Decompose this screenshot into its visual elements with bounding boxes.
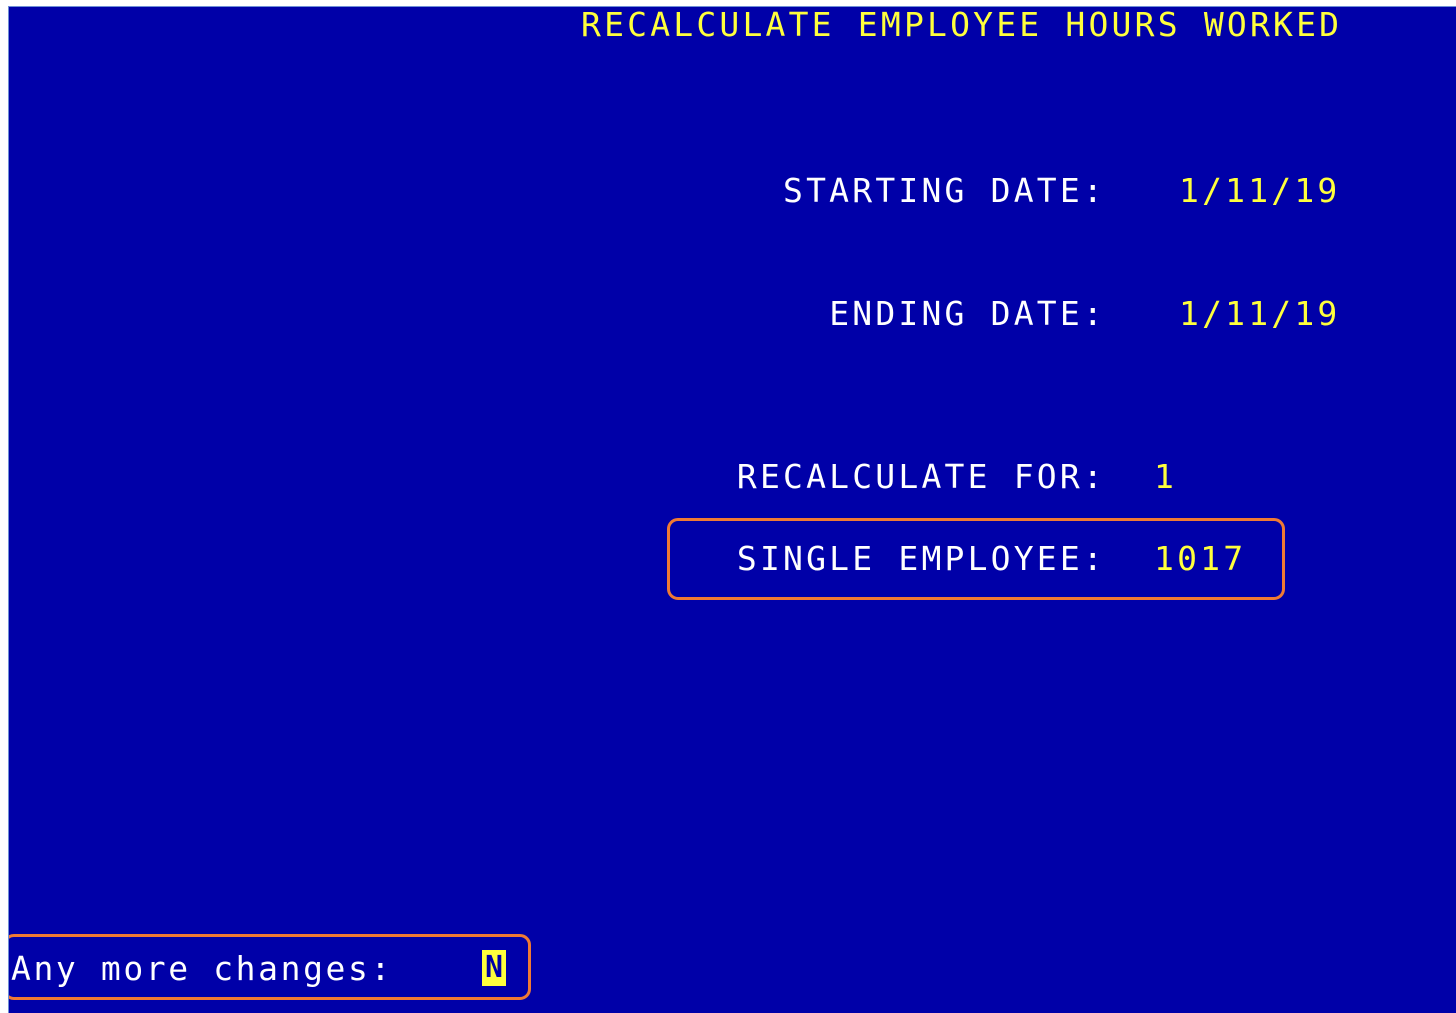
screen-title: RECALCULATE EMPLOYEE HOURS WORKED <box>581 6 1343 44</box>
ending-date-field[interactable]: 1/11/19 <box>1179 294 1340 334</box>
terminal-screen: RECALCULATE EMPLOYEE HOURS WORKED STARTI… <box>8 6 1456 1013</box>
single-employee-field[interactable]: 1017 <box>1154 539 1246 579</box>
recalculate-for-field[interactable]: 1 <box>1154 457 1177 497</box>
starting-date-label: STARTING DATE: <box>783 171 1106 210</box>
single-employee-label: SINGLE EMPLOYEE: <box>736 539 1106 578</box>
ending-date-label: ENDING DATE: <box>829 294 1106 333</box>
more-changes-input[interactable]: N <box>482 950 506 986</box>
recalculate-for-label: RECALCULATE FOR: <box>736 457 1106 496</box>
more-changes-prompt: Any more changes: <box>11 949 393 988</box>
starting-date-field[interactable]: 1/11/19 <box>1179 171 1340 211</box>
